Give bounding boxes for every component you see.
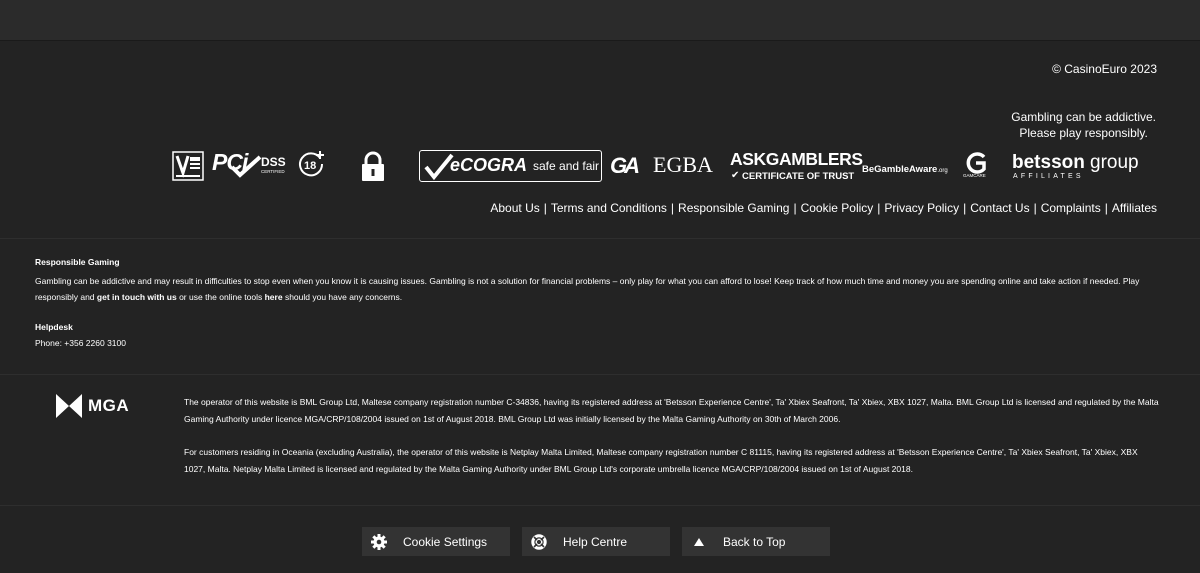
askgamblers-sub-text: CERTIFICATE OF TRUST — [742, 171, 855, 182]
lock-icon — [360, 151, 386, 181]
divider — [0, 238, 1200, 239]
link-cookie-policy[interactable]: Cookie Policy — [801, 201, 874, 215]
age-18-logo[interactable]: 18 — [298, 150, 326, 180]
link-privacy-policy[interactable]: Privacy Policy — [884, 201, 959, 215]
get-in-touch-link[interactable]: get in touch with us — [97, 292, 177, 302]
cookie-settings-button[interactable]: Cookie Settings — [362, 527, 510, 556]
back-to-top-label: Back to Top — [723, 534, 786, 549]
betsson-group-text: group — [1090, 152, 1139, 173]
responsible-gaming-text: Gambling can be addictive and may result… — [35, 273, 1165, 305]
pci-dss-logo[interactable]: PCi DSS CERTIFIED — [212, 149, 292, 181]
link-separator: | — [963, 201, 967, 215]
ecogra-text: eCOGRA — [450, 155, 528, 175]
trust-logos: PCi DSS CERTIFIED 18 eCOGRA safe and fai… — [172, 147, 1152, 187]
mga-logo[interactable]: MGA — [56, 394, 129, 418]
link-separator: | — [877, 201, 881, 215]
link-terms[interactable]: Terms and Conditions — [551, 201, 667, 215]
gear-icon — [371, 533, 387, 550]
link-about-us[interactable]: About Us — [490, 201, 539, 215]
ecogra-logo[interactable]: eCOGRA safe and fair — [419, 150, 602, 182]
divider — [0, 505, 1200, 506]
link-separator: | — [793, 201, 797, 215]
mga-text: MGA — [88, 396, 130, 415]
back-to-top-button[interactable]: Back to Top — [682, 527, 830, 556]
link-separator: | — [543, 201, 547, 215]
begambleaware-logo[interactable]: BeGambleAware.org — [862, 159, 956, 175]
egba-logo[interactable]: EGBA — [653, 152, 719, 180]
footer-links: About Us | Terms and Conditions | Responsibl… — [490, 201, 1157, 215]
link-separator: | — [670, 201, 675, 215]
age-18-text: 18 — [304, 160, 317, 172]
mga-mark-icon — [56, 394, 82, 418]
gamcare-logo[interactable]: GAMCARE — [963, 152, 991, 182]
link-separator: | — [1033, 201, 1037, 215]
egba-text: EGBA — [653, 152, 713, 177]
top-bar — [0, 0, 1200, 41]
link-responsible-gaming[interactable]: Responsible Gaming — [678, 201, 789, 215]
dss-sub-text: CERTIFIED — [261, 169, 285, 174]
rg-text-part2: or use the online tools — [176, 292, 265, 302]
dss-text: DSS — [261, 155, 286, 169]
betsson-affiliates-text: AFFILIATES — [1013, 173, 1084, 180]
gamcare-text: GAMCARE — [963, 173, 986, 178]
help-centre-button[interactable]: Help Centre — [522, 527, 670, 556]
begambleaware-org-text: .org — [937, 168, 948, 174]
betsson-text: betsson — [1012, 152, 1085, 173]
ga-logo[interactable]: GA — [610, 153, 644, 179]
link-separator: | — [1104, 201, 1108, 215]
online-tools-link[interactable]: here — [265, 292, 283, 302]
betsson-group-logo[interactable]: betsson group AFFILIATES — [1012, 152, 1142, 186]
askgamblers-text: ASKGAMBLERS — [730, 149, 863, 169]
rg-text-part3: should you have any concerns. — [282, 292, 403, 302]
link-complaints[interactable]: Complaints — [1041, 201, 1101, 215]
gambling-warning-line1: Gambling can be addictive. — [1011, 110, 1156, 124]
cookie-settings-label: Cookie Settings — [403, 534, 488, 549]
divider — [0, 374, 1200, 375]
copyright: © CasinoEuro 2023 — [1052, 62, 1157, 76]
begambleaware-text: BeGambleAware — [862, 164, 938, 175]
verified-logo[interactable] — [172, 151, 204, 181]
gambling-warning: Gambling can be addictive. Please play r… — [1011, 109, 1156, 141]
lifebuoy-icon — [531, 533, 547, 550]
operator-paragraph-1: The operator of this website is BML Grou… — [184, 397, 1159, 424]
askgamblers-logo[interactable]: ASKGAMBLERS ✔ CERTIFICATE OF TRUST — [730, 149, 863, 184]
link-contact-us[interactable]: Contact Us — [970, 201, 1029, 215]
link-affiliates[interactable]: Affiliates — [1112, 201, 1157, 215]
helpdesk-title: Helpdesk — [35, 322, 73, 332]
responsible-gaming-title: Responsible Gaming — [35, 257, 120, 267]
arrow-up-icon — [691, 534, 707, 550]
gambling-warning-line2: Please play responsibly. — [1019, 126, 1148, 140]
operator-paragraph-2: For customers residing in Oceania (exclu… — [184, 447, 1138, 474]
helpdesk-phone: Phone: +356 2260 3100 — [35, 338, 126, 348]
ga-text: GA — [610, 153, 640, 178]
checkmark-icon: ✔ — [731, 170, 740, 181]
help-centre-label: Help Centre — [563, 534, 628, 549]
ecogra-sub-text: safe and fair — [533, 159, 600, 173]
